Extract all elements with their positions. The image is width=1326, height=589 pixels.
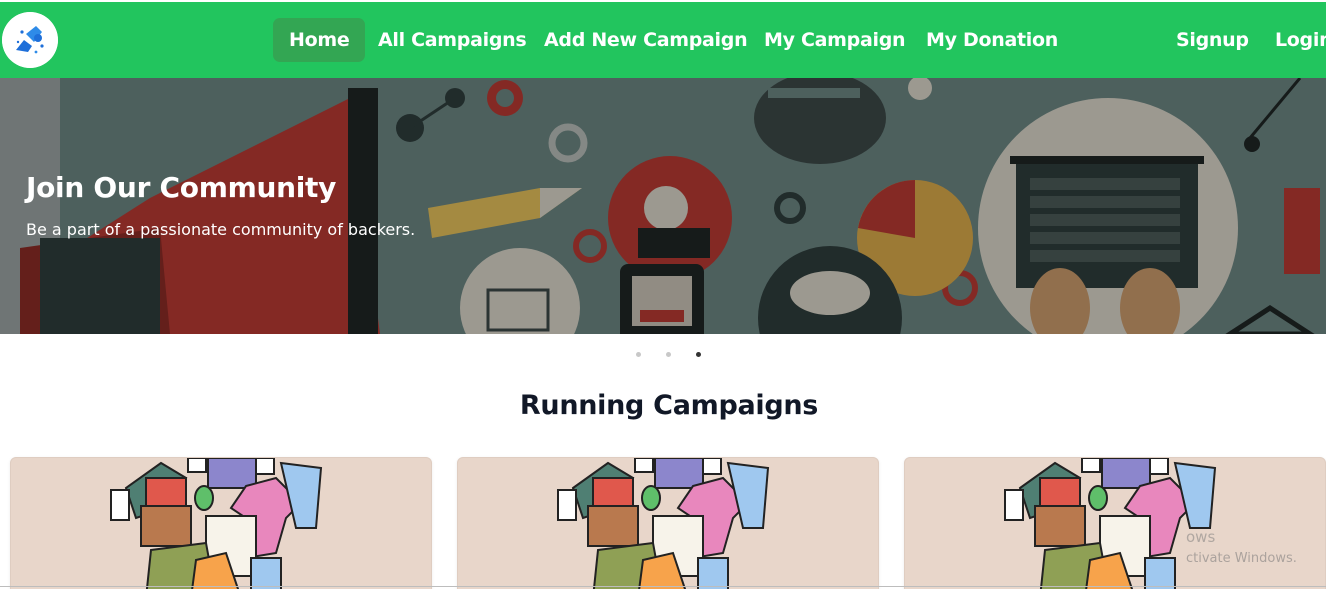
- logo-icon[interactable]: [2, 12, 58, 68]
- hero-title: Join Our Community: [26, 171, 337, 204]
- hero-subtitle: Be a part of a passionate community of b…: [26, 220, 416, 239]
- hero-overlay: [0, 78, 1326, 334]
- page-divider: [0, 586, 1326, 587]
- clothes-donation-illustration: [1004, 458, 1217, 589]
- nav-login[interactable]: Login: [1259, 18, 1326, 62]
- section-title: Running Campaigns: [519, 390, 819, 421]
- clothes-donation-illustration: [557, 458, 770, 589]
- nav-my-donation[interactable]: My Donation: [910, 18, 1074, 62]
- carousel-dot-3[interactable]: [696, 352, 701, 357]
- carousel-dot-1[interactable]: [636, 352, 641, 357]
- nav-add-new-campaign[interactable]: Add New Campaign: [528, 18, 763, 62]
- campaign-card[interactable]: [904, 457, 1326, 589]
- nav-home[interactable]: Home: [273, 18, 366, 62]
- campaign-card[interactable]: [457, 457, 879, 589]
- nav-my-campaign[interactable]: My Campaign: [748, 18, 921, 62]
- windows-watermark-line1: ows: [1186, 528, 1216, 546]
- hero-carousel[interactable]: Join Our Community Be a part of a passio…: [0, 78, 1326, 334]
- navbar: Home All Campaigns Add New Campaign My C…: [0, 2, 1326, 78]
- carousel-dot-2[interactable]: [666, 352, 671, 357]
- nav-signup[interactable]: Signup: [1160, 18, 1265, 62]
- nav-all-campaigns[interactable]: All Campaigns: [362, 18, 542, 62]
- windows-watermark-line2: ctivate Windows.: [1186, 551, 1297, 566]
- clothes-donation-illustration: [110, 458, 323, 589]
- campaign-card[interactable]: [10, 457, 432, 589]
